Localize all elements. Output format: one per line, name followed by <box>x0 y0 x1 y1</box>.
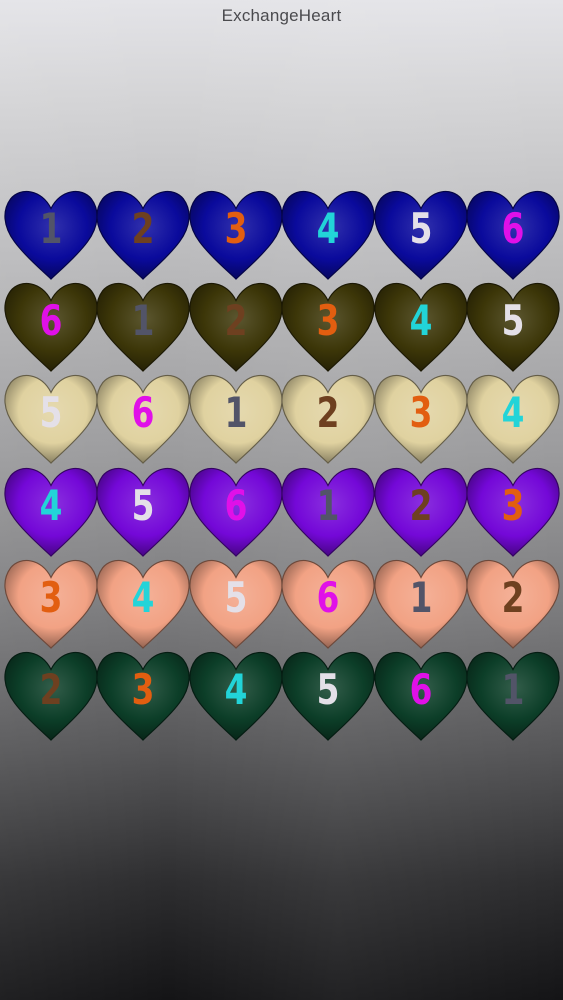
heart-tile[interactable]: 4 <box>188 648 284 742</box>
heart-tile[interactable]: 5 <box>373 187 469 281</box>
heart-number: 3 <box>131 665 155 714</box>
heart-number: 5 <box>39 388 63 438</box>
heart-tile[interactable]: 5 <box>95 464 191 558</box>
heart-tile[interactable]: 1 <box>3 187 99 281</box>
heart-number: 3 <box>409 388 432 438</box>
heart-number: 4 <box>39 480 63 530</box>
heart-number: 1 <box>409 572 432 622</box>
heart-number: 1 <box>131 296 155 346</box>
heart-tile[interactable]: 1 <box>280 464 376 558</box>
heart-tile[interactable]: 6 <box>465 187 561 281</box>
heart-tile[interactable]: 4 <box>3 464 99 558</box>
heart-number: 3 <box>316 296 340 346</box>
heart-tile[interactable]: 1 <box>95 279 191 373</box>
heart-tile[interactable]: 4 <box>95 556 191 650</box>
heart-number: 6 <box>131 388 155 438</box>
heart-number: 3 <box>501 480 525 530</box>
heart-tile[interactable]: 5 <box>465 279 561 373</box>
heart-tile[interactable]: 5 <box>3 371 99 465</box>
heart-tile[interactable]: 3 <box>188 187 284 281</box>
heart-tile[interactable]: 2 <box>95 187 191 281</box>
heart-number: 2 <box>501 572 525 622</box>
heart-number: 3 <box>224 204 248 253</box>
heart-number: 4 <box>409 296 432 346</box>
heart-number: 4 <box>501 388 525 438</box>
heart-number: 6 <box>224 480 248 530</box>
heart-tile[interactable]: 6 <box>95 371 191 465</box>
heart-number: 4 <box>224 665 248 714</box>
heart-number: 1 <box>501 665 525 714</box>
heart-tile[interactable]: 2 <box>373 464 469 558</box>
heart-number: 5 <box>316 665 340 714</box>
heart-number: 1 <box>316 480 340 530</box>
heart-number: 6 <box>501 204 525 253</box>
heart-tile[interactable]: 2 <box>465 556 561 650</box>
heart-tile[interactable]: 2 <box>188 279 284 373</box>
heart-number: 1 <box>39 204 63 253</box>
heart-board: 1 2 3 4 5 6 6 1 2 3 4 5 5 6 1 2 3 4 4 5 6 1 2 3 3 4 5 6 1 2 2 3 4 5 6 1 <box>0 0 563 1000</box>
heart-number: 2 <box>39 665 63 714</box>
heart-tile[interactable]: 4 <box>280 187 376 281</box>
heart-number: 6 <box>409 665 432 714</box>
heart-tile[interactable]: 1 <box>188 371 284 465</box>
heart-tile[interactable]: 6 <box>280 556 376 650</box>
heart-tile[interactable]: 1 <box>373 556 469 650</box>
heart-number: 6 <box>39 296 63 346</box>
heart-number: 5 <box>224 572 248 622</box>
heart-number: 6 <box>316 572 340 622</box>
heart-tile[interactable]: 6 <box>188 464 284 558</box>
heart-tile[interactable]: 3 <box>95 648 191 742</box>
heart-tile[interactable]: 6 <box>373 648 469 742</box>
heart-number: 2 <box>131 204 155 253</box>
heart-tile[interactable]: 5 <box>188 556 284 650</box>
heart-tile[interactable]: 4 <box>373 279 469 373</box>
heart-number: 2 <box>316 388 340 438</box>
heart-tile[interactable]: 6 <box>3 279 99 373</box>
heart-tile[interactable]: 3 <box>280 279 376 373</box>
heart-number: 1 <box>224 388 248 438</box>
heart-tile[interactable]: 2 <box>280 371 376 465</box>
heart-tile[interactable]: 4 <box>465 371 561 465</box>
heart-number: 5 <box>501 296 525 346</box>
heart-tile[interactable]: 3 <box>3 556 99 650</box>
heart-number: 3 <box>39 572 63 622</box>
heart-number: 2 <box>409 480 432 530</box>
heart-tile[interactable]: 3 <box>465 464 561 558</box>
heart-tile[interactable]: 2 <box>3 648 99 742</box>
heart-tile[interactable]: 5 <box>280 648 376 742</box>
heart-number: 5 <box>409 204 432 253</box>
heart-tile[interactable]: 1 <box>465 648 561 742</box>
heart-number: 4 <box>131 572 155 622</box>
heart-number: 5 <box>131 480 155 530</box>
heart-number: 4 <box>316 204 340 253</box>
heart-tile[interactable]: 3 <box>373 371 469 465</box>
heart-number: 2 <box>224 296 248 346</box>
